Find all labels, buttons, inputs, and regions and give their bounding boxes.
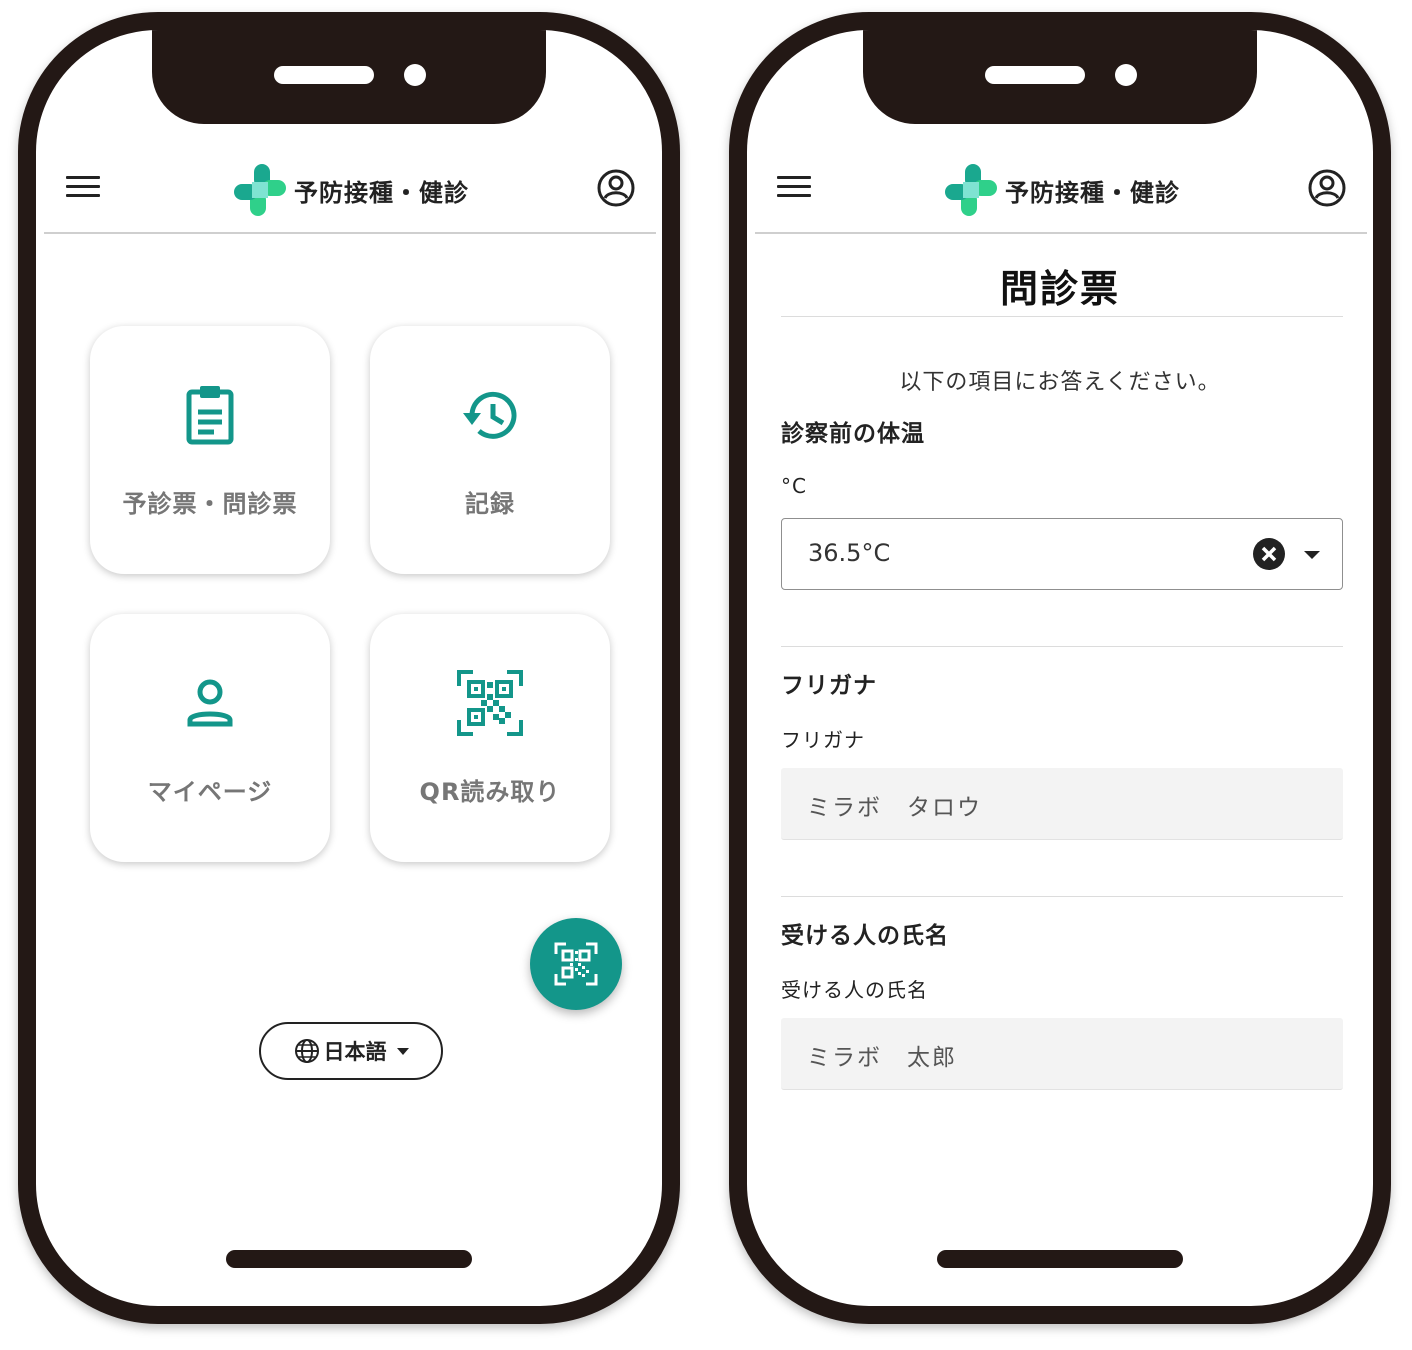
qr-scan-button[interactable]	[530, 918, 622, 1010]
divider	[781, 316, 1343, 317]
app-title: 予防接種・健診	[1005, 178, 1180, 207]
temperature-value: 36.5°C	[808, 539, 891, 567]
furigana-heading: フリガナ	[781, 673, 877, 699]
home-indicator	[226, 1250, 472, 1268]
camera	[404, 64, 426, 86]
logo-icon	[234, 164, 286, 216]
speaker	[274, 66, 374, 84]
tile-label: QR読み取り	[419, 778, 561, 806]
furigana-label: フリガナ	[781, 728, 865, 752]
app-bar: 予防接種・健診	[44, 150, 656, 234]
history-icon	[463, 391, 517, 439]
tile-label: 記録	[465, 490, 515, 518]
tile-mypage[interactable]: マイページ	[90, 614, 330, 862]
phone-home-screen: 予防接種・健診 予診票・問診票 記録 マイページ QR読み取り 日本語	[18, 12, 680, 1324]
temperature-heading: 診察前の体温	[781, 421, 925, 447]
furigana-value: ミラボ タロウ	[807, 795, 982, 821]
chevron-down-icon[interactable]	[1304, 551, 1320, 559]
language-selector[interactable]: 日本語	[259, 1022, 443, 1080]
form-instructions: 以下の項目にお答えください。	[899, 370, 1221, 395]
person-icon	[187, 679, 233, 727]
speaker	[985, 66, 1085, 84]
page-title: 問診票	[999, 267, 1120, 311]
clear-icon[interactable]	[1252, 537, 1286, 571]
globe-icon	[294, 1039, 319, 1063]
divider	[781, 646, 1343, 647]
app-bar: 予防接種・健診	[755, 150, 1367, 234]
menu-icon[interactable]	[66, 176, 100, 204]
recipient-name-heading: 受ける人の氏名	[781, 923, 949, 949]
menu-icon[interactable]	[777, 176, 811, 204]
home-indicator	[937, 1250, 1183, 1268]
phone-questionnaire-screen: 予防接種・健診 問診票 以下の項目にお答えください。 診察前の体温 °C 36.…	[729, 12, 1391, 1324]
recipient-name-field[interactable]: ミラボ 太郎	[781, 1018, 1343, 1090]
app-title: 予防接種・健診	[294, 178, 469, 207]
qr-code-icon	[457, 670, 523, 736]
account-icon[interactable]	[596, 168, 636, 208]
language-label: 日本語	[323, 1040, 387, 1064]
furigana-field[interactable]: ミラボ タロウ	[781, 768, 1343, 840]
temperature-select[interactable]: 36.5°C	[781, 518, 1343, 590]
camera	[1115, 64, 1137, 86]
chevron-down-icon	[396, 1047, 409, 1055]
tile-label: マイページ	[147, 778, 273, 806]
qr-scan-icon	[554, 942, 598, 986]
tile-qr-reader[interactable]: QR読み取り	[370, 614, 610, 862]
phone-notch	[863, 30, 1257, 124]
tile-history[interactable]: 記録	[370, 326, 610, 574]
tile-label: 予診票・問診票	[122, 490, 298, 518]
brand: 予防接種・健診	[943, 160, 1180, 220]
divider	[781, 896, 1343, 897]
recipient-name-label: 受ける人の氏名	[781, 978, 928, 1002]
clipboard-icon	[186, 386, 234, 445]
tile-questionnaire[interactable]: 予診票・問診票	[90, 326, 330, 574]
recipient-name-value: ミラボ 太郎	[807, 1045, 957, 1071]
phone-notch	[152, 30, 546, 124]
account-icon[interactable]	[1307, 168, 1347, 208]
logo-icon	[945, 164, 997, 216]
temperature-label: °C	[781, 474, 807, 498]
brand: 予防接種・健診	[232, 160, 469, 220]
